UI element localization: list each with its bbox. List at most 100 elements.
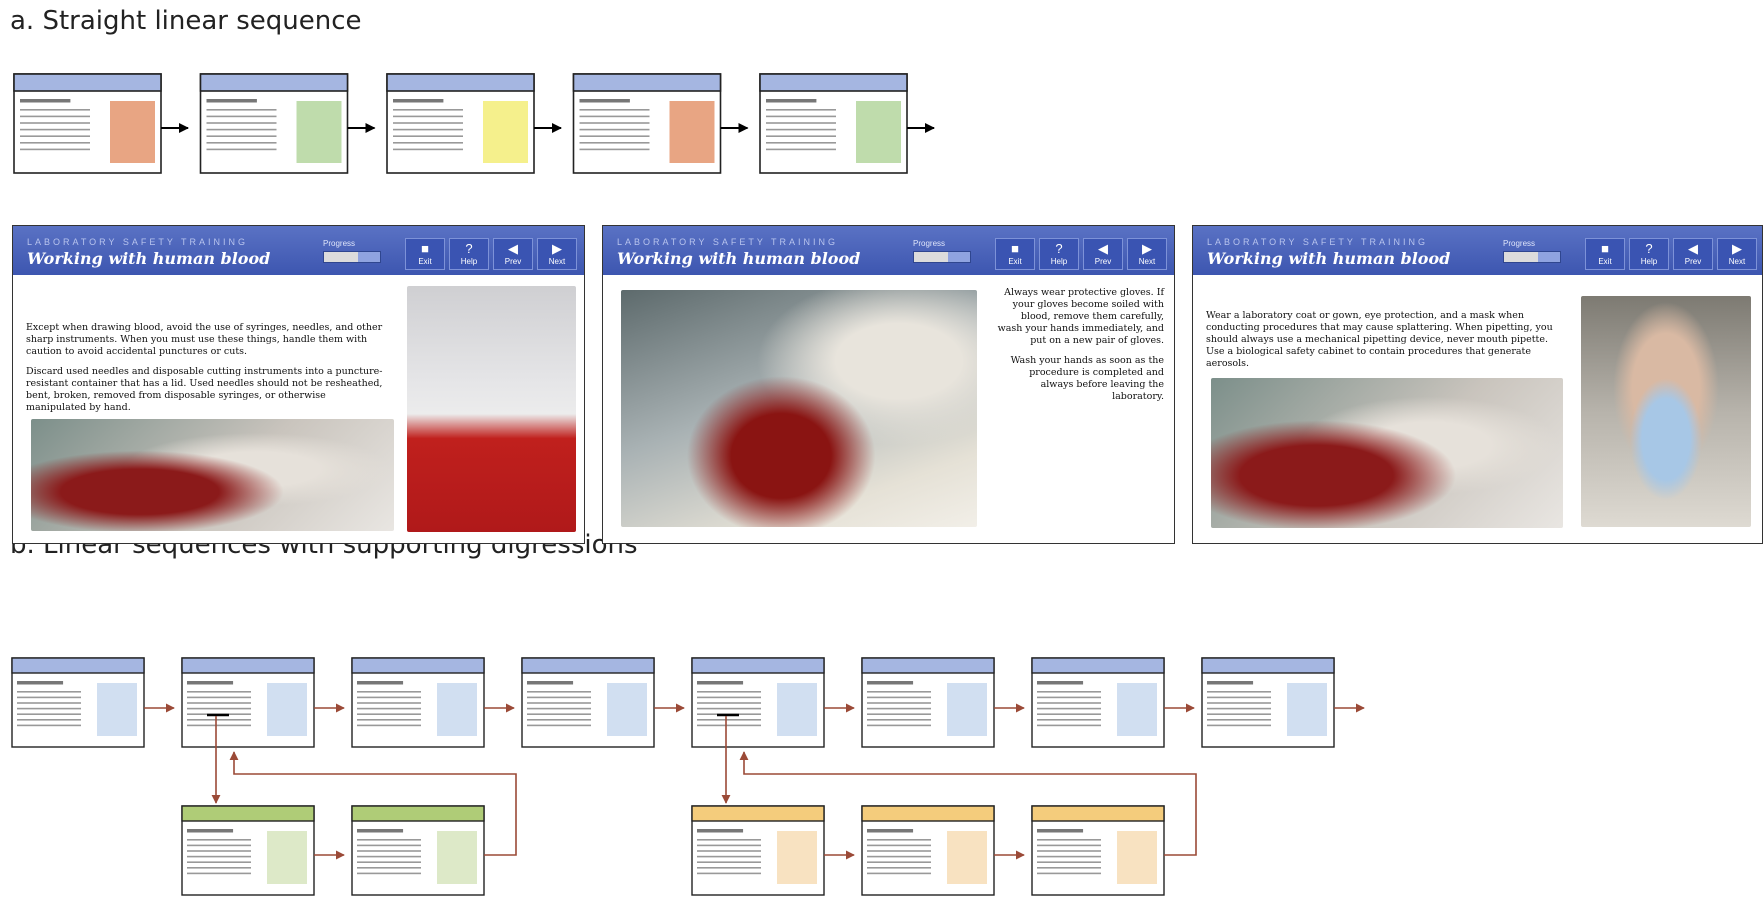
screen-header-bar xyxy=(861,805,995,822)
nav-buttons: ■ Exit ? Help ◀ Prev ▶ Next xyxy=(995,238,1167,270)
screen-image-panel xyxy=(267,831,307,884)
screen-text-line xyxy=(20,115,90,118)
screen-text-line xyxy=(206,142,277,144)
blood-bag-photo xyxy=(31,419,394,531)
mock-screen xyxy=(1031,657,1165,748)
next-button[interactable]: ▶ Next xyxy=(537,238,577,270)
help-button[interactable]: ? Help xyxy=(1039,238,1079,270)
screen-text-line xyxy=(697,839,761,841)
screen-image-panel xyxy=(669,101,715,163)
progress-bar xyxy=(913,251,971,263)
prev-button[interactable]: ◀ Prev xyxy=(1083,238,1123,270)
screen-text-line xyxy=(697,850,761,852)
screen-text-line xyxy=(579,128,650,131)
stop-icon: ■ xyxy=(421,241,429,256)
sharps-container-photo xyxy=(407,286,576,532)
exit-button[interactable]: ■ Exit xyxy=(995,238,1035,270)
screen-text-line xyxy=(766,122,836,124)
app-body-text: Wear a laboratory coat or gown, eye prot… xyxy=(1206,310,1568,378)
screen-text-line xyxy=(1207,724,1271,727)
screen-text-line xyxy=(766,142,836,144)
paragraph: Always wear protective gloves. If your g… xyxy=(997,287,1164,346)
screen-title-line xyxy=(697,681,744,685)
screen-text-line xyxy=(1037,724,1101,727)
screen-text-line xyxy=(579,135,650,137)
screen-header-bar xyxy=(1031,805,1165,822)
help-button[interactable]: ? Help xyxy=(1629,238,1669,270)
prev-button[interactable]: ◀ Prev xyxy=(493,238,533,270)
progress-fill xyxy=(914,252,948,262)
app-title: Working with human blood xyxy=(1207,249,1451,268)
screen-title-line xyxy=(1037,829,1084,833)
screen-text-line xyxy=(20,148,90,151)
screen-text-line xyxy=(766,109,836,111)
screen-text-line xyxy=(697,691,761,693)
screen-text-line xyxy=(1037,702,1101,704)
next-button[interactable]: ▶ Next xyxy=(1717,238,1757,270)
screen-text-line xyxy=(697,696,761,699)
screen-text-line xyxy=(1037,691,1101,693)
screen-text-line xyxy=(187,844,251,847)
screen-text-line xyxy=(867,839,931,841)
screen-title-line xyxy=(766,99,817,103)
next-button[interactable]: ▶ Next xyxy=(1127,238,1167,270)
app-screen-2: LABORATORY SAFETY TRAINING Working with … xyxy=(602,225,1175,544)
screen-text-line xyxy=(357,719,421,721)
screen-image-panel xyxy=(1287,683,1327,736)
screen-header-bar xyxy=(572,73,722,92)
screen-text-line xyxy=(20,122,90,124)
screen-image-panel xyxy=(97,683,137,736)
screen-text-line xyxy=(527,707,591,710)
mock-screen xyxy=(181,657,315,748)
screen-text-line xyxy=(579,109,650,111)
prev-button[interactable]: ◀ Prev xyxy=(1673,238,1713,270)
progress-bar xyxy=(323,251,381,263)
screen-text-line xyxy=(1037,844,1101,847)
screen-header-bar xyxy=(1031,657,1165,674)
paragraph: Except when drawing blood, avoid the use… xyxy=(26,322,383,357)
prev-arrow-icon: ◀ xyxy=(1688,241,1698,256)
screen-text-line xyxy=(697,861,761,863)
straight-linear-sequence xyxy=(13,73,935,174)
screen-text-line xyxy=(17,691,81,693)
screen-text-line xyxy=(697,872,761,875)
screen-text-line xyxy=(17,702,81,704)
app-body-text: Always wear protective gloves. If your g… xyxy=(996,287,1164,411)
screen-text-line xyxy=(766,148,836,151)
screen-image-panel xyxy=(777,831,817,884)
app-title: Working with human blood xyxy=(617,249,861,268)
app-title: Working with human blood xyxy=(27,249,271,268)
screen-text-line xyxy=(867,872,931,875)
screen-text-line xyxy=(206,122,277,124)
screen-text-line xyxy=(1037,719,1101,721)
screen-text-line xyxy=(393,128,463,131)
screen-title-line xyxy=(1037,681,1084,685)
exit-button[interactable]: ■ Exit xyxy=(1585,238,1625,270)
screen-text-line xyxy=(1037,850,1101,852)
exit-button[interactable]: ■ Exit xyxy=(405,238,445,270)
screen-text-line xyxy=(697,719,761,721)
app-subtitle: LABORATORY SAFETY TRAINING xyxy=(27,237,249,247)
screen-text-line xyxy=(867,713,931,715)
screen-text-line xyxy=(17,724,81,727)
screen-text-line xyxy=(393,109,463,111)
screen-text-line xyxy=(206,128,277,131)
screen-image-panel xyxy=(110,101,155,163)
mock-screen xyxy=(13,73,162,174)
screen-text-line xyxy=(187,872,251,875)
screen-title-line xyxy=(187,829,234,833)
screen-text-line xyxy=(393,135,463,137)
progress-fill xyxy=(324,252,358,262)
screen-text-line xyxy=(867,861,931,863)
progress-label: Progress xyxy=(913,239,946,248)
screen-image-panel xyxy=(296,101,342,163)
screen-title-line xyxy=(187,681,234,685)
screen-text-line xyxy=(206,148,277,151)
screen-text-line xyxy=(206,115,277,118)
help-button[interactable]: ? Help xyxy=(449,238,489,270)
screen-text-line xyxy=(697,702,761,704)
screen-title-line xyxy=(579,99,630,103)
mock-screen xyxy=(11,657,145,748)
screen-image-panel xyxy=(267,683,307,736)
screen-text-line xyxy=(867,867,931,869)
